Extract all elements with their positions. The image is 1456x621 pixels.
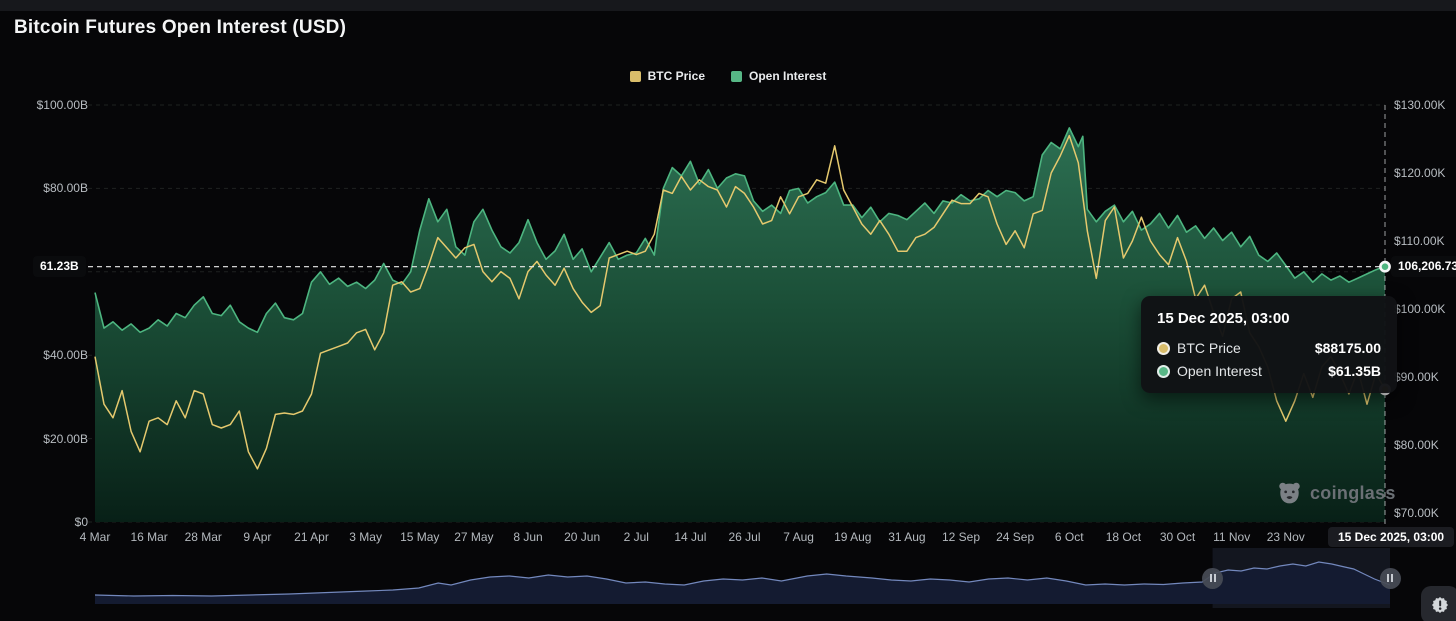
chart-page: Bitcoin Futures Open Interest (USD) BTC … xyxy=(0,0,1456,621)
navigator-handle-left[interactable] xyxy=(1202,568,1223,589)
alert-settings-button[interactable] xyxy=(1421,586,1456,621)
navigator-handle-right[interactable] xyxy=(1380,568,1401,589)
navigator-area xyxy=(95,562,1390,604)
badge-exclamation-icon xyxy=(1430,595,1450,615)
navigator-chart[interactable] xyxy=(0,0,1456,621)
